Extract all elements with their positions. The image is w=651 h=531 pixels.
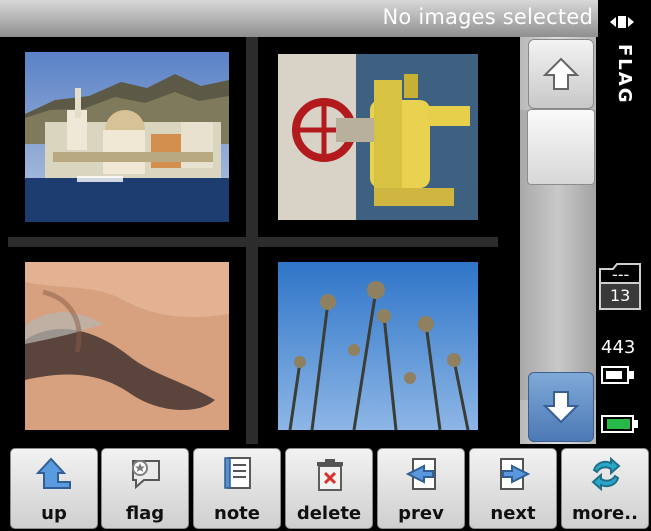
more-button[interactable]: more..	[561, 448, 649, 529]
image-thumbnail-2[interactable]	[258, 37, 498, 237]
scroll-up-button[interactable]	[528, 39, 594, 109]
image-grid	[8, 37, 498, 444]
up-arrow-icon	[35, 457, 71, 489]
scroll-thumb[interactable]	[527, 109, 595, 185]
prev-button[interactable]: prev	[377, 448, 465, 529]
flag-button[interactable]: flag	[101, 448, 189, 529]
up-arrow-icon	[542, 57, 580, 90]
trash-icon	[317, 459, 343, 491]
image-thumbnail-3[interactable]	[8, 247, 246, 444]
note-label: note	[214, 503, 260, 524]
valve-image	[278, 54, 478, 220]
folder-counter-value: 13	[610, 286, 631, 305]
battery-icon	[601, 415, 638, 433]
delete-button[interactable]: delete	[285, 448, 373, 529]
prev-icon	[405, 458, 436, 490]
prev-label: prev	[398, 503, 444, 524]
flag-bubble-icon	[132, 460, 160, 490]
folder-counter: --- 13	[597, 261, 643, 313]
next-label: next	[490, 503, 536, 524]
note-button[interactable]: note	[193, 448, 281, 529]
image-thumbnail-1[interactable]	[8, 37, 246, 237]
mode-indicator: FLAG	[614, 44, 635, 105]
selection-status: No images selected	[382, 5, 593, 29]
memory-card-icon	[601, 366, 634, 384]
more-label: more..	[572, 503, 638, 524]
battery-counter: 443	[601, 337, 636, 358]
status-bar: No images selected	[0, 0, 651, 37]
down-arrow-icon	[542, 391, 580, 424]
up-label: up	[41, 503, 67, 524]
image-thumbnail-4[interactable]	[258, 247, 498, 444]
delete-label: delete	[296, 503, 362, 524]
next-button[interactable]: next	[469, 448, 557, 529]
rock-shadow-image	[25, 261, 229, 430]
scrollbar[interactable]	[520, 37, 596, 444]
plant-sky-image	[278, 261, 478, 430]
next-icon	[500, 458, 531, 490]
panel-handle-icon	[610, 16, 634, 28]
refresh-icon	[591, 456, 621, 492]
folder-counter-placeholder: ---	[612, 265, 630, 284]
bottom-toolbar: up flag note delete prev next more..	[0, 446, 651, 531]
coastal-town-image	[25, 52, 229, 222]
up-button[interactable]: up	[10, 448, 98, 529]
note-icon	[224, 457, 251, 489]
scroll-down-button[interactable]	[528, 372, 594, 442]
flag-label: flag	[125, 503, 165, 524]
